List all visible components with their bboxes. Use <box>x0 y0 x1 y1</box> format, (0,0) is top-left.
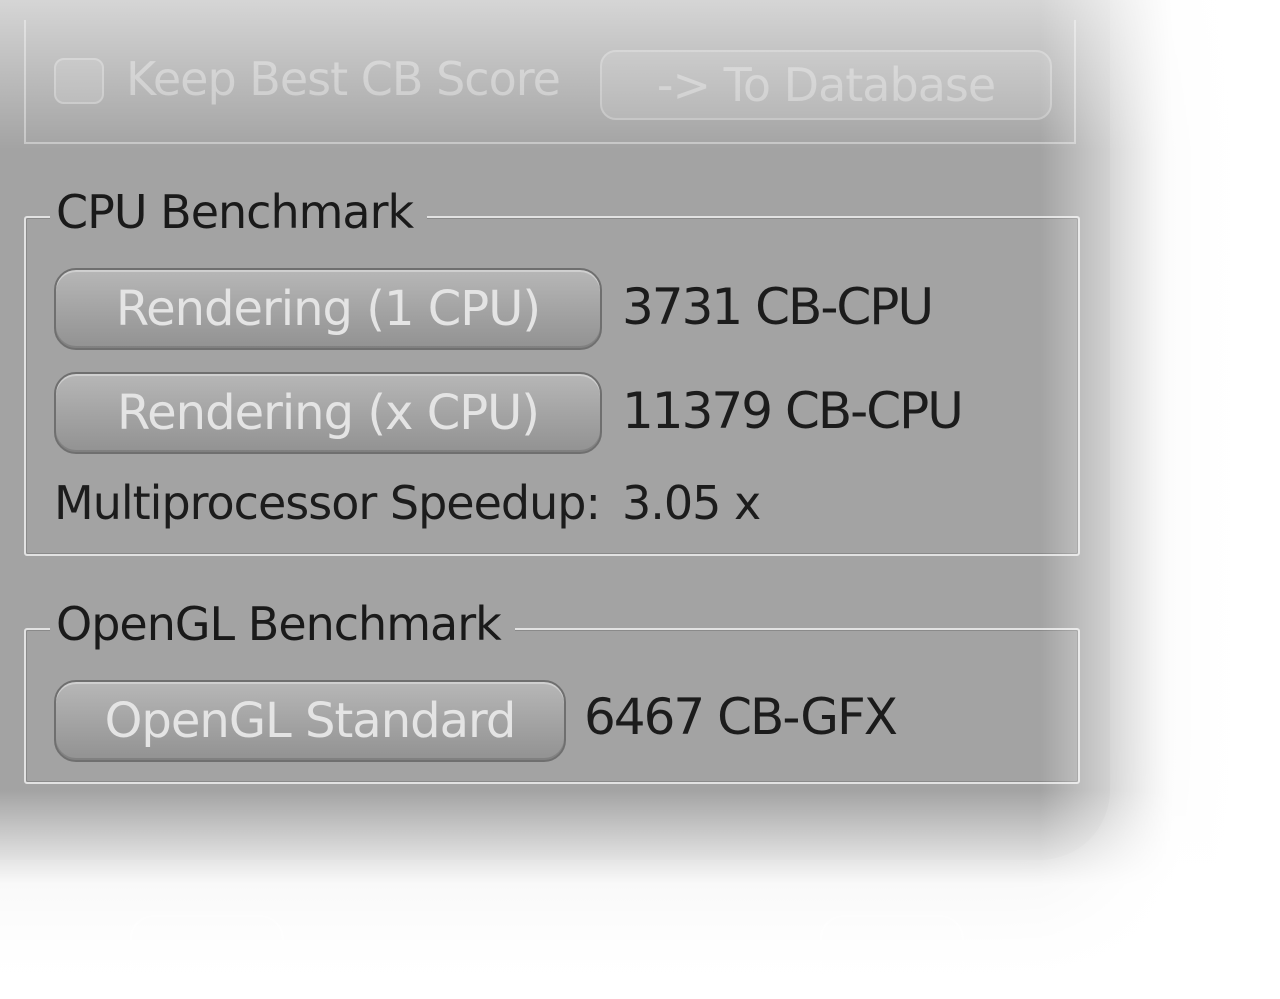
opengl-benchmark-title: OpenGL Benchmark <box>50 596 515 652</box>
rendering-1-cpu-button[interactable]: Rendering (1 CPU) <box>54 268 602 350</box>
to-database-button[interactable]: -> To Database <box>600 50 1052 120</box>
opengl-benchmark-group: OpenGL Benchmark OpenGL Standard 6467 CB… <box>24 596 1080 784</box>
speedup-label: Multiprocessor Speedup: <box>54 476 601 530</box>
rendering-x-cpu-button[interactable]: Rendering (x CPU) <box>54 372 602 454</box>
keep-best-checkbox-label: Keep Best CB Score <box>126 52 561 106</box>
opengl-standard-button[interactable]: OpenGL Standard <box>54 680 566 762</box>
keep-best-checkbox-icon[interactable] <box>54 58 104 104</box>
cpu-benchmark-title: CPU Benchmark <box>50 184 428 240</box>
cpu-benchmark-group: CPU Benchmark Rendering (1 CPU) 3731 CB-… <box>24 184 1080 556</box>
single-cpu-score: 3731 CB-CPU <box>622 278 934 336</box>
faded-bottom-button-right <box>820 915 964 989</box>
faded-bottom-button-left <box>130 915 284 989</box>
multi-cpu-score: 11379 CB-CPU <box>622 382 964 440</box>
speedup-value: 3.05 x <box>622 476 761 530</box>
opengl-score: 6467 CB-GFX <box>584 688 898 746</box>
